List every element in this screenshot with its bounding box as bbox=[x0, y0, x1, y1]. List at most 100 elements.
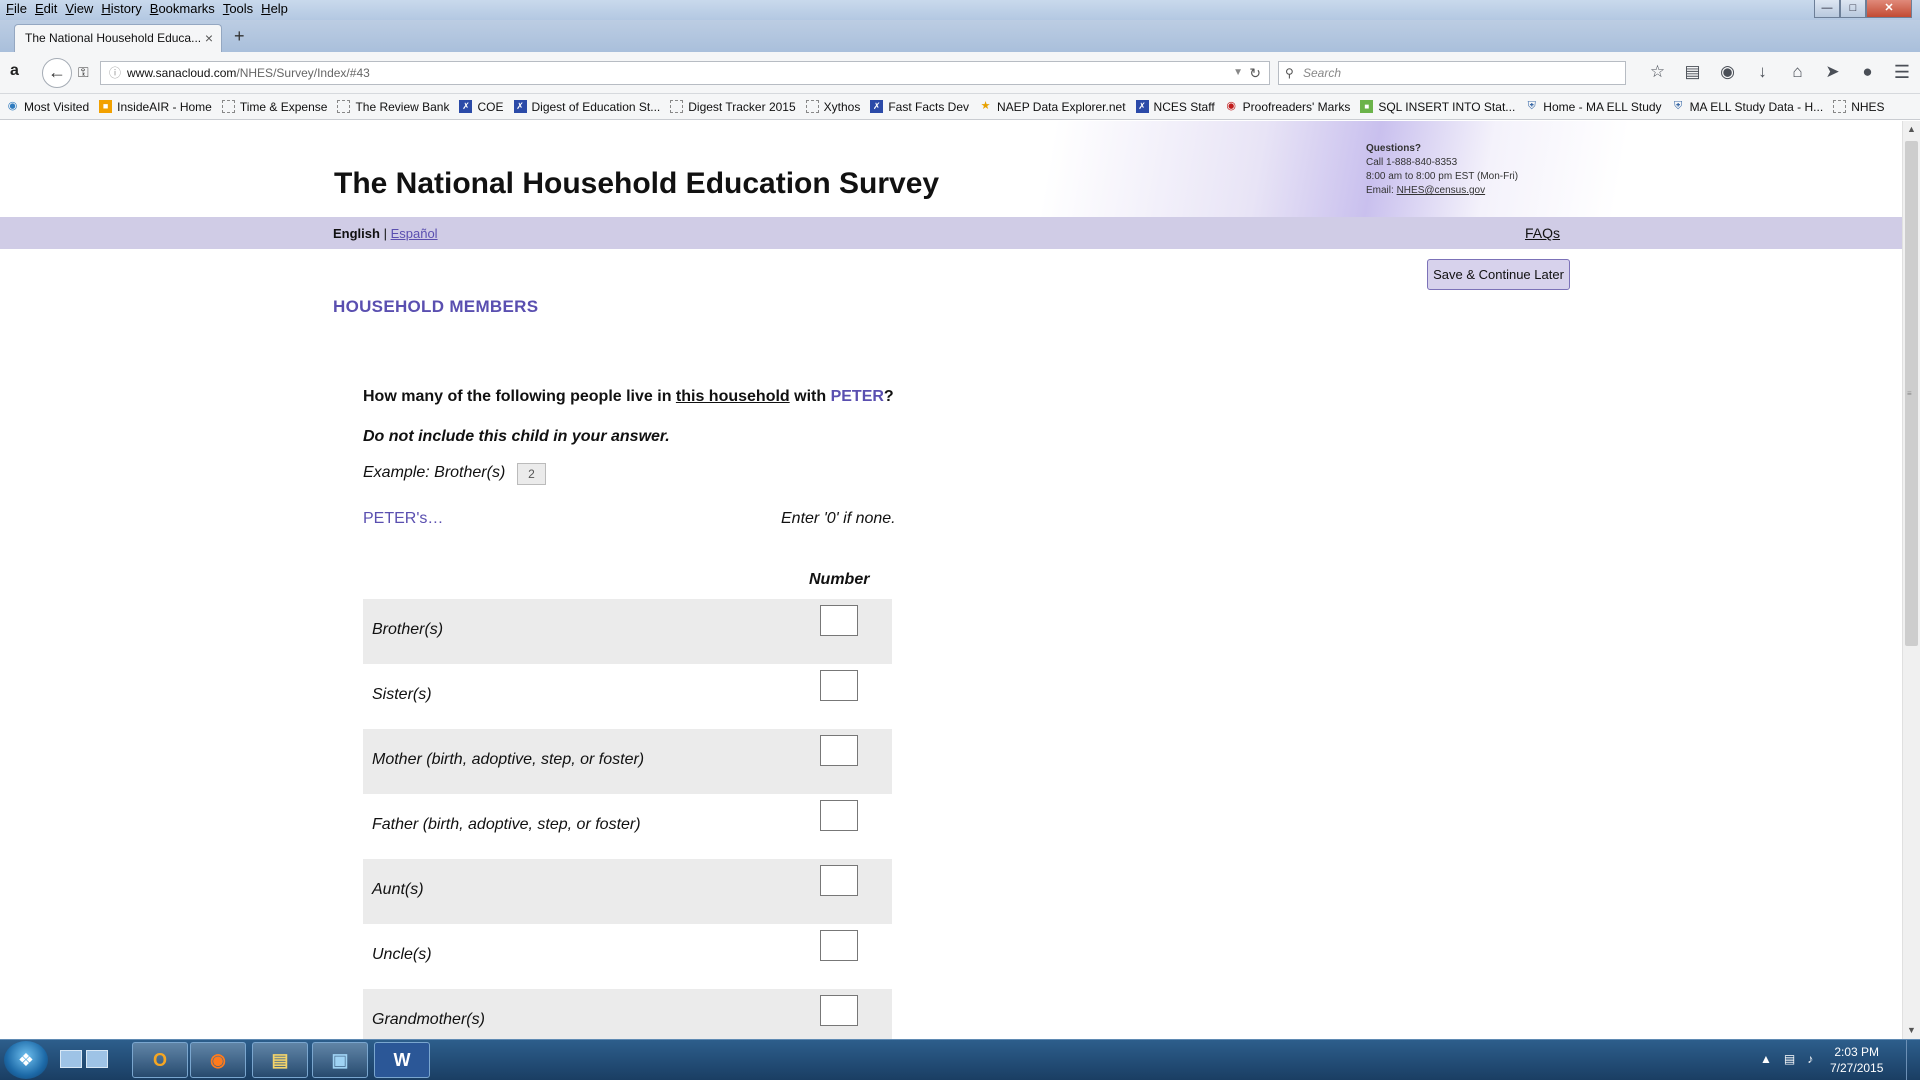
system-clock[interactable]: 2:03 PM 7/27/2015 bbox=[1830, 1044, 1883, 1076]
menu-history[interactable]: History bbox=[97, 1, 145, 16]
table-row: Uncle(s) bbox=[363, 924, 892, 989]
menu-edit[interactable]: Edit bbox=[31, 1, 61, 16]
row-label: Brother(s) bbox=[372, 621, 444, 638]
red-globe-icon: ◉ bbox=[1226, 100, 1236, 112]
clock-time: 2:03 PM bbox=[1834, 1045, 1880, 1059]
url-host: www.sanacloud.com bbox=[127, 66, 237, 80]
scroll-up-icon[interactable]: ▲ bbox=[1903, 121, 1920, 138]
new-tab-button[interactable]: + bbox=[234, 26, 245, 47]
menu-help[interactable]: Help bbox=[257, 1, 292, 16]
pocket-icon[interactable]: ◉ bbox=[1710, 62, 1745, 82]
reload-icon[interactable]: ↻ bbox=[1249, 62, 1261, 84]
bookmark-item[interactable]: Time & Expense bbox=[221, 100, 327, 114]
bookmark-item[interactable]: Xythos bbox=[805, 100, 860, 114]
bookmark-item[interactable]: ◉ Most Visited bbox=[6, 100, 89, 114]
url-dropdown-icon[interactable]: ▼ bbox=[1233, 62, 1243, 84]
vertical-scrollbar[interactable]: ▲ ≡ ▼ bbox=[1902, 121, 1920, 1039]
scroll-down-icon[interactable]: ▼ bbox=[1903, 1022, 1920, 1039]
language-spanish-link[interactable]: Español bbox=[391, 226, 438, 241]
bookmark-item[interactable]: NHES bbox=[1833, 100, 1885, 114]
key-icon[interactable]: ⚿ bbox=[78, 64, 89, 81]
bookmark-item[interactable]: ⛨ MA ELL Study Data - H... bbox=[1672, 100, 1823, 114]
household-term: this household bbox=[675, 388, 790, 405]
browser-tab[interactable]: The National Household Educa... × bbox=[14, 24, 222, 52]
orange-square-icon: ■ bbox=[99, 100, 113, 113]
row-label: Father (birth, adoptive, step, or foster… bbox=[372, 816, 641, 833]
maximize-button[interactable]: □ bbox=[1840, 0, 1866, 18]
outlook-icon[interactable]: O bbox=[132, 1042, 188, 1078]
menu-tools[interactable]: Tools bbox=[219, 1, 257, 16]
bookmark-item[interactable]: The Review Bank bbox=[337, 100, 449, 114]
instruction-text: Do not include this child in your answer… bbox=[363, 428, 670, 445]
reading-list-icon[interactable]: ▤ bbox=[1675, 62, 1710, 82]
close-window-button[interactable]: ✕ bbox=[1866, 0, 1912, 18]
bookmark-star-icon[interactable]: ☆ bbox=[1640, 62, 1675, 82]
mother-number-input[interactable] bbox=[820, 735, 858, 766]
word-icon[interactable]: W bbox=[374, 1042, 430, 1078]
contact-info: Questions? Call 1-888-840-8353 8:00 am t… bbox=[1366, 142, 1518, 198]
father-number-input[interactable] bbox=[820, 800, 858, 831]
volume-icon[interactable]: ♪ bbox=[1807, 1052, 1813, 1066]
child-possessive-label: PETER's… bbox=[363, 510, 444, 527]
chat-icon[interactable]: ● bbox=[1850, 62, 1885, 82]
household-members-table: Brother(s) Sister(s) Mother (birth, adop… bbox=[363, 599, 892, 1039]
menu-bookmarks[interactable]: Bookmarks bbox=[146, 1, 219, 16]
bookmark-item[interactable]: ✗ COE bbox=[459, 100, 504, 114]
network-icon[interactable]: ▤ bbox=[1784, 1052, 1795, 1066]
star-icon: ★ bbox=[980, 100, 991, 112]
page-icon bbox=[1833, 100, 1847, 113]
menu-file[interactable]: File bbox=[2, 1, 31, 16]
file-explorer-icon[interactable]: ▤ bbox=[252, 1042, 308, 1078]
home-icon[interactable]: ⌂ bbox=[1780, 62, 1815, 82]
aunts-number-input[interactable] bbox=[820, 865, 858, 896]
switch-windows-icon[interactable] bbox=[86, 1050, 108, 1068]
remote-desktop-icon[interactable]: ▣ bbox=[312, 1042, 368, 1078]
uncles-number-input[interactable] bbox=[820, 930, 858, 961]
bookmark-item[interactable]: ✗ Fast Facts Dev bbox=[870, 100, 969, 114]
downloads-icon[interactable]: ↓ bbox=[1745, 62, 1780, 82]
bookmark-item[interactable]: ⛨ Home - MA ELL Study bbox=[1525, 100, 1662, 114]
address-bar[interactable]: ⓘ www.sanacloud.com/NHES/Survey/Index/#4… bbox=[100, 61, 1270, 85]
brothers-number-input[interactable] bbox=[820, 605, 858, 636]
contact-hours: 8:00 am to 8:00 pm EST (Mon-Fri) bbox=[1366, 171, 1519, 182]
bookmark-item[interactable]: ★ NAEP Data Explorer.net bbox=[979, 100, 1126, 114]
bookmark-item[interactable]: ■ InsideAIR - Home bbox=[99, 100, 212, 114]
save-continue-later-button[interactable]: Save & Continue Later bbox=[1427, 259, 1570, 290]
sisters-number-input[interactable] bbox=[820, 670, 858, 701]
language-selector: English | Español bbox=[333, 226, 438, 241]
example-label: Example: Brother(s) bbox=[363, 464, 506, 481]
search-input[interactable]: ⚲ Search bbox=[1278, 61, 1626, 85]
table-row: Sister(s) bbox=[363, 664, 892, 729]
show-desktop-icon[interactable] bbox=[60, 1050, 82, 1068]
minimize-button[interactable]: — bbox=[1814, 0, 1840, 18]
site-header: The National Household Education Survey … bbox=[0, 121, 1902, 217]
back-button[interactable]: ← bbox=[42, 58, 72, 88]
email-link[interactable]: NHES@census.gov bbox=[1397, 185, 1486, 196]
table-row: Grandmother(s) bbox=[363, 989, 892, 1039]
faqs-link[interactable]: FAQs bbox=[1525, 225, 1560, 241]
tray-expand-icon[interactable]: ▲ bbox=[1760, 1052, 1772, 1066]
amazon-icon[interactable]: a bbox=[10, 62, 19, 80]
show-desktop-button[interactable] bbox=[1906, 1040, 1920, 1080]
bookmark-item[interactable]: ✗ NCES Staff bbox=[1135, 100, 1215, 114]
bookmark-item[interactable]: ◉ Proofreaders' Marks bbox=[1225, 100, 1350, 114]
firefox-icon[interactable]: ◉ bbox=[190, 1042, 246, 1078]
grandmothers-number-input[interactable] bbox=[820, 995, 858, 1026]
search-placeholder: Search bbox=[1303, 66, 1342, 80]
page-icon bbox=[221, 100, 235, 113]
close-tab-icon[interactable]: × bbox=[205, 25, 213, 51]
bookmark-item[interactable]: ✗ Digest of Education St... bbox=[513, 100, 660, 114]
page-icon bbox=[805, 100, 819, 113]
bookmark-item[interactable]: ■ SQL INSERT INTO Stat... bbox=[1360, 100, 1515, 114]
share-icon[interactable]: ➤ bbox=[1815, 62, 1850, 82]
bookmark-item[interactable]: Digest Tracker 2015 bbox=[670, 100, 796, 114]
toolbar-icons: ☆ ▤ ◉ ↓ ⌂ ➤ ● bbox=[1640, 62, 1885, 82]
table-row: Mother (birth, adoptive, step, or foster… bbox=[363, 729, 892, 794]
site-info-icon[interactable]: ⓘ bbox=[109, 62, 121, 84]
url-path: /NHES/Survey/Index/#43 bbox=[236, 66, 370, 80]
start-button[interactable]: ❖ bbox=[4, 1041, 48, 1079]
window-controls: — □ ✕ bbox=[1814, 0, 1912, 18]
menu-icon[interactable]: ☰ bbox=[1894, 62, 1910, 83]
globe-icon: ◉ bbox=[7, 100, 18, 112]
menu-view[interactable]: View bbox=[61, 1, 97, 16]
